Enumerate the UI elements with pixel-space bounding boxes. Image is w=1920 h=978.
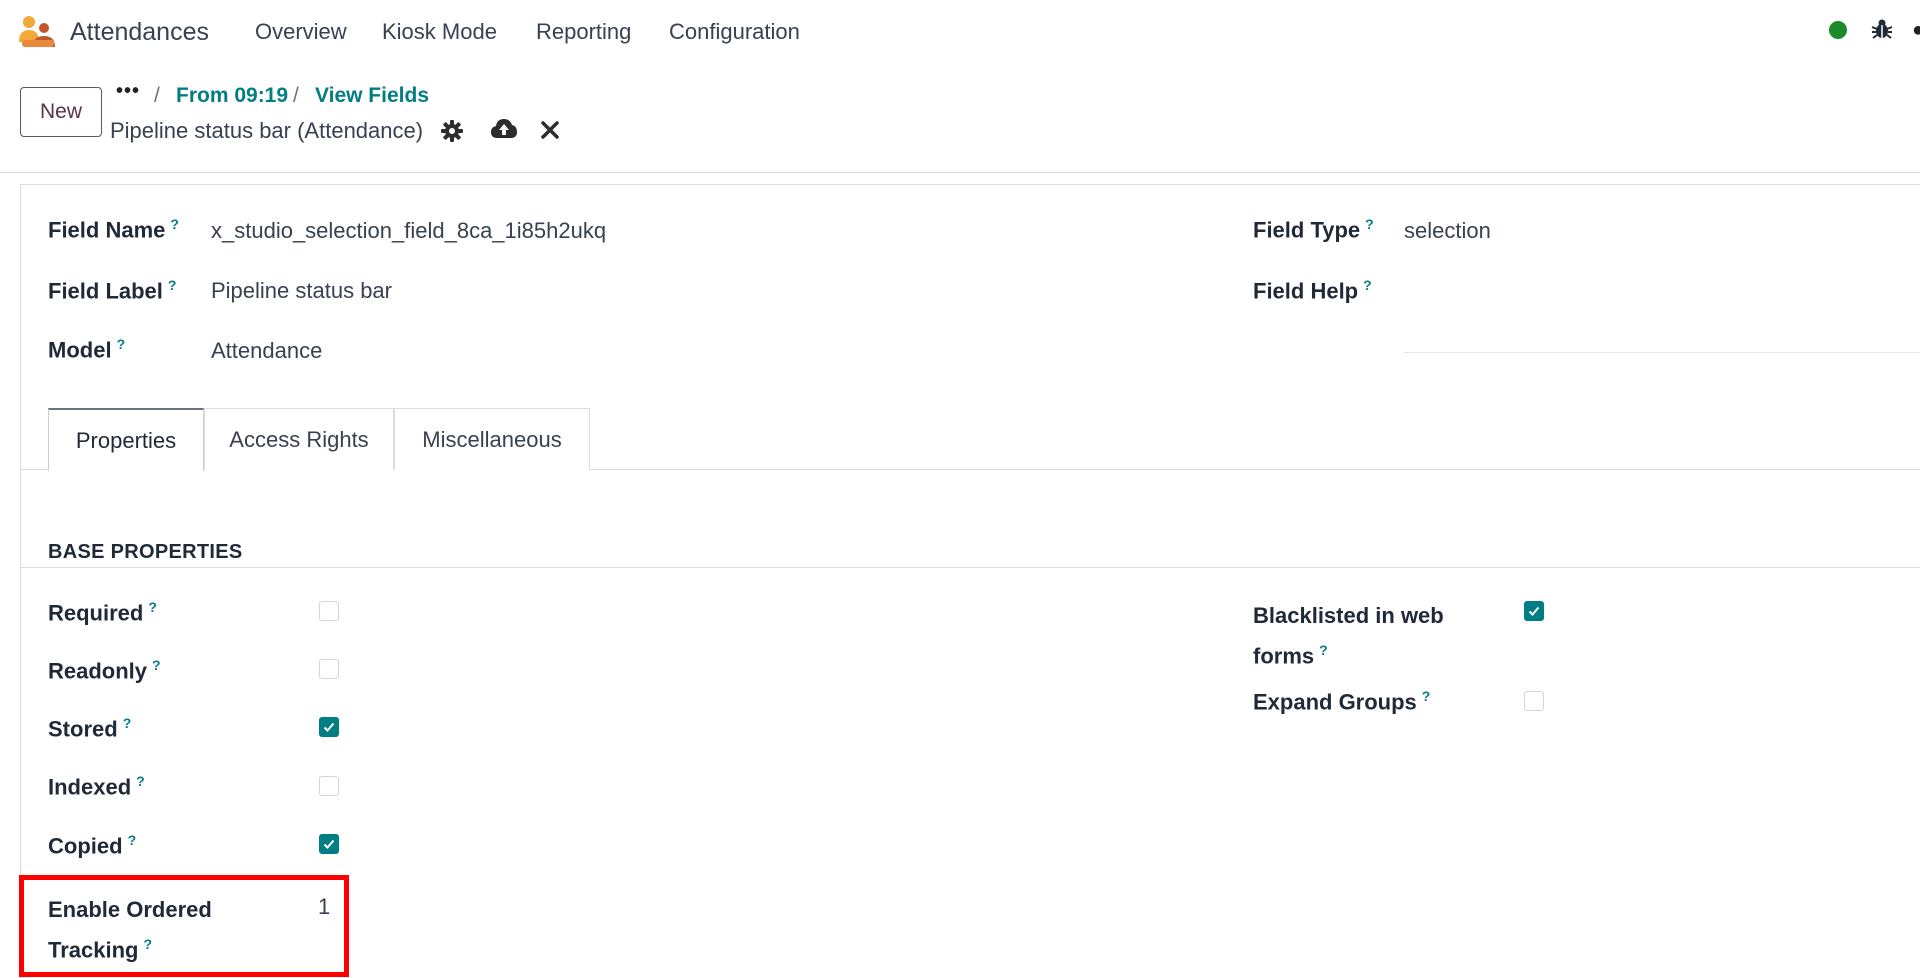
help-tooltip-icon[interactable]: ? bbox=[1363, 277, 1372, 293]
indexed-label: Indexed? bbox=[48, 773, 145, 800]
bug-icon[interactable] bbox=[1870, 17, 1894, 41]
cloud-upload-icon[interactable] bbox=[490, 116, 518, 142]
user-menu-icon[interactable]: ● bbox=[1912, 19, 1920, 41]
readonly-checkbox[interactable] bbox=[319, 659, 339, 679]
field-name-label: Field Name? bbox=[48, 216, 179, 243]
help-tooltip-icon[interactable]: ? bbox=[1365, 216, 1374, 232]
breadcrumb-view-fields[interactable]: View Fields bbox=[315, 84, 429, 108]
indexed-checkbox[interactable] bbox=[319, 776, 339, 796]
help-tooltip-icon[interactable]: ? bbox=[136, 773, 145, 789]
record-title: Pipeline status bar (Attendance) bbox=[110, 118, 424, 143]
app-name[interactable]: Attendances bbox=[70, 18, 209, 47]
attendances-app-icon[interactable] bbox=[18, 14, 58, 48]
checkmark-icon bbox=[323, 722, 335, 732]
field-label-label: Field Label? bbox=[48, 277, 177, 304]
section-title: BASE PROPERTIES bbox=[48, 541, 243, 563]
checkmark-icon bbox=[1528, 606, 1540, 616]
section-divider bbox=[20, 567, 1920, 568]
help-tooltip-icon[interactable]: ? bbox=[117, 336, 126, 352]
menu-reporting[interactable]: Reporting bbox=[536, 19, 631, 45]
copied-checkbox[interactable] bbox=[319, 834, 339, 854]
highlight-box bbox=[19, 875, 349, 977]
help-tooltip-icon[interactable]: ? bbox=[170, 216, 179, 232]
control-panel: New ••• / From 09:19 / View Fields Pipel… bbox=[0, 64, 1920, 173]
expand-groups-checkbox[interactable] bbox=[1524, 691, 1544, 711]
field-label-input[interactable]: Pipeline status bar bbox=[211, 278, 392, 304]
breadcrumb-separator: / bbox=[154, 84, 160, 107]
stored-label: Stored? bbox=[48, 715, 132, 742]
breadcrumb-from-0919[interactable]: From 09:19 bbox=[176, 84, 288, 108]
help-tooltip-icon[interactable]: ? bbox=[1422, 688, 1431, 704]
stored-checkbox[interactable] bbox=[319, 717, 339, 737]
help-tooltip-icon[interactable]: ? bbox=[168, 277, 177, 293]
tab-miscellaneous[interactable]: Miscellaneous bbox=[394, 408, 590, 470]
field-help-label: Field Help? bbox=[1253, 277, 1372, 304]
required-label: Required? bbox=[48, 599, 157, 626]
field-name-value: x_studio_selection_field_8ca_1i85h2ukq bbox=[211, 218, 607, 243]
help-tooltip-icon[interactable]: ? bbox=[128, 832, 137, 848]
model-value: Attendance bbox=[211, 338, 323, 363]
blacklisted-label: Blacklisted in web forms? bbox=[1253, 603, 1444, 669]
new-button[interactable]: New bbox=[20, 87, 102, 137]
field-type-value: selection bbox=[1404, 218, 1491, 243]
tab-properties[interactable]: Properties bbox=[48, 408, 204, 471]
required-checkbox[interactable] bbox=[319, 601, 339, 621]
model-label: Model? bbox=[48, 336, 126, 363]
close-icon[interactable] bbox=[541, 121, 559, 139]
tab-access-rights[interactable]: Access Rights bbox=[204, 408, 394, 470]
top-navbar: Attendances Overview Kiosk Mode Reportin… bbox=[0, 0, 1920, 64]
help-tooltip-icon[interactable]: ? bbox=[152, 657, 161, 673]
gear-icon[interactable] bbox=[440, 119, 464, 143]
help-tooltip-icon[interactable]: ? bbox=[148, 599, 157, 615]
help-tooltip-icon[interactable]: ? bbox=[1319, 642, 1328, 658]
status-indicator[interactable] bbox=[1829, 21, 1847, 39]
help-tooltip-icon[interactable]: ? bbox=[123, 715, 132, 731]
field-type-label: Field Type? bbox=[1253, 216, 1374, 243]
field-help-underline bbox=[1404, 352, 1920, 353]
readonly-label: Readonly? bbox=[48, 657, 161, 684]
menu-configuration[interactable]: Configuration bbox=[669, 19, 800, 45]
copied-label: Copied? bbox=[48, 832, 137, 859]
breadcrumb-more-button[interactable]: ••• bbox=[116, 80, 140, 103]
expand-groups-label: Expand Groups? bbox=[1253, 688, 1431, 715]
breadcrumb-separator: / bbox=[293, 84, 299, 107]
checkmark-icon bbox=[323, 839, 335, 849]
menu-kiosk-mode[interactable]: Kiosk Mode bbox=[382, 19, 497, 45]
menu-overview[interactable]: Overview bbox=[255, 19, 347, 45]
blacklisted-checkbox[interactable] bbox=[1524, 601, 1544, 621]
